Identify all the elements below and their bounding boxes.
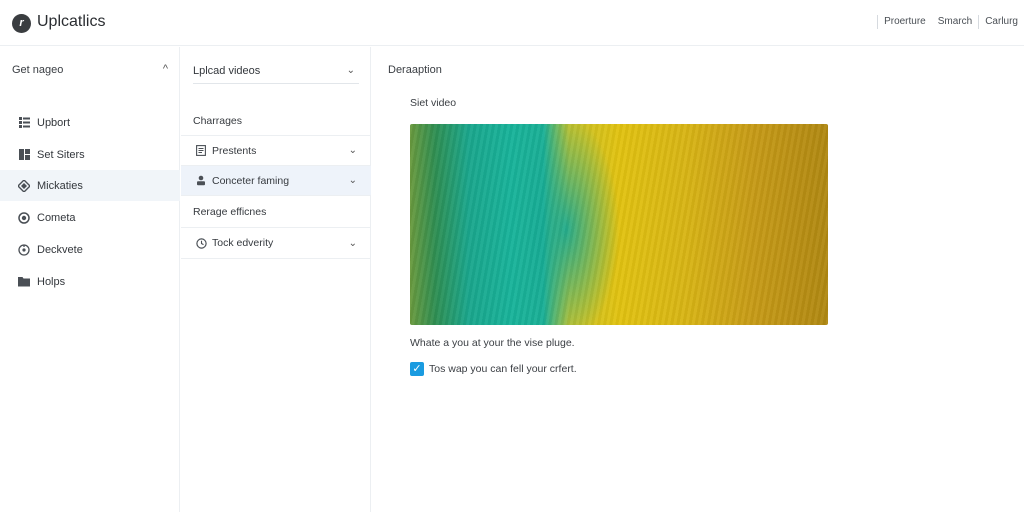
section-title: Deraaption [388,64,442,76]
chevron-down-icon[interactable]: ⌄ [349,238,357,249]
checkbox-checked-icon[interactable]: ✓ [410,362,424,376]
video-preview[interactable] [410,124,828,325]
folder-icon [18,276,30,288]
record-icon [18,211,30,224]
app-title: Uplcatlics [37,13,106,30]
top-header: r Uplcatlics Proerture Smarch Carlurg [0,0,1024,46]
left-sidebar: Get nageo ^ Upbort Set Siters Mickaties … [0,47,180,512]
sidebar-heading[interactable]: Get nageo ^ [12,63,168,76]
document-icon [195,145,207,157]
sidebar-item-set-siters[interactable]: Set Siters [0,139,180,170]
sidebar-item-label: Mickaties [37,179,83,192]
menu-item-label: Prestents [212,144,257,157]
video-label: Siet video [410,97,457,109]
list-icon [18,117,30,129]
diamond-icon [18,179,30,192]
nav-link-proerture[interactable]: Proerture [878,15,932,29]
upload-select-label: Lplcad videos [193,65,261,77]
group-title-rerage-efficnes: Rerage efficnes [181,197,371,228]
header-nav: Proerture Smarch Carlurg [877,15,1024,29]
sidebar-item-mickaties[interactable]: Mickaties [0,170,180,201]
video-caption: Whate a you at your the vise pluge. [410,337,575,349]
menu-item-label: Conceter faming [212,174,290,187]
consent-checkbox-row[interactable]: ✓ Tos wap you can fell your crfert. [410,362,577,376]
clock-icon [195,237,207,249]
video-texture [410,124,828,325]
checkbox-label: Tos wap you can fell your crfert. [429,363,577,375]
group-title-charrages: Charrages [181,107,371,136]
sidebar-item-label: Upbort [37,116,71,129]
sidebar-item-label: Deckvete [37,243,83,256]
sidebar-item-label: Set Siters [37,148,85,161]
app-logo-icon[interactable]: r [12,14,31,33]
grid-icon [18,149,30,161]
user-icon [195,175,207,187]
group-title-label: Rerage efficnes [193,206,267,218]
nav-link-carlurg[interactable]: Carlurg [979,15,1024,29]
chevron-down-icon[interactable]: ⌄ [347,58,355,84]
settings-icon [18,243,30,256]
sidebar-item-upbort[interactable]: Upbort [0,107,180,138]
sidebar-item-deckvete[interactable]: Deckvete [0,234,180,265]
chevron-down-icon[interactable]: ⌄ [349,145,357,156]
chevron-down-icon[interactable]: ⌄ [349,175,357,186]
menu-item-tock-edverity[interactable]: Tock edverity ⌄ [181,228,371,259]
upload-videos-select[interactable]: Lplcad videos ⌄ [193,58,359,84]
group-title-label: Charrages [193,115,243,127]
main-panel: Deraaption Siet video Whate a you at you… [372,47,1024,512]
sidebar-item-label: Holps [37,275,66,288]
sidebar-heading-label: Get nageo [12,64,64,76]
middle-panel: Lplcad videos ⌄ Charrages Prestents ⌄ Co… [181,47,371,512]
chevron-up-icon[interactable]: ^ [163,63,168,75]
menu-item-conceter-faming[interactable]: Conceter faming ⌄ [181,166,371,196]
menu-item-label: Tock edverity [212,237,274,249]
menu-item-prestents[interactable]: Prestents ⌄ [181,136,371,166]
sidebar-item-cometa[interactable]: Cometa [0,202,180,233]
sidebar-item-label: Cometa [37,211,76,224]
nav-link-smarch[interactable]: Smarch [932,15,978,29]
sidebar-item-holps[interactable]: Holps [0,266,180,297]
